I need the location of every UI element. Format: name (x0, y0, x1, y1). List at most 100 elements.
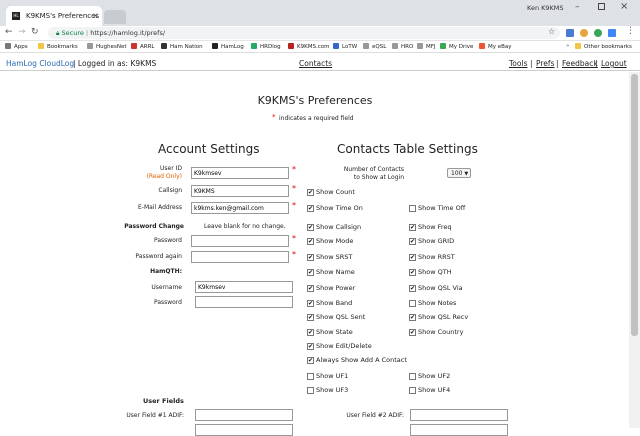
user-field-1-input[interactable] (195, 409, 293, 421)
profile-name[interactable]: Ken K9KMS (527, 4, 564, 12)
new-tab-button[interactable] (104, 10, 126, 24)
nav-separator: | (556, 59, 559, 68)
user-field-2-label: User Field #2 ADIF: (346, 412, 404, 419)
address-bar[interactable]: 🔒︎ Secure | https://hamlog.it/prefs/ (48, 27, 560, 39)
hamqth-label: HamQTH: (150, 268, 182, 275)
prefs-link[interactable]: Prefs (536, 59, 554, 68)
email-field[interactable] (191, 202, 289, 214)
checkbox[interactable]: ✔ (307, 254, 314, 261)
required-asterisk: * (292, 234, 296, 243)
user-field-2-input[interactable] (410, 409, 508, 421)
folder-icon (38, 43, 44, 49)
checkbox[interactable]: ✔ (409, 329, 416, 336)
checkbox-label: Show Name (316, 268, 355, 276)
bookmark-item[interactable]: K9KMS.com (288, 43, 329, 50)
checkbox-label: Show Country (418, 328, 464, 336)
page-icon (87, 43, 93, 49)
account-settings-heading: Account Settings (158, 142, 260, 156)
extension-icon[interactable] (608, 29, 616, 37)
required-note: indicates a required field (279, 115, 354, 122)
callsign-field[interactable] (191, 185, 289, 197)
user-id-field[interactable] (191, 167, 289, 179)
bookmark-item[interactable]: eQSL (363, 43, 386, 50)
checkbox[interactable]: ✔ (307, 205, 314, 212)
bookmark-item[interactable]: HamLog (212, 43, 244, 50)
checkbox[interactable]: ✔ (307, 314, 314, 321)
checkbox[interactable] (409, 387, 416, 394)
required-asterisk: * (292, 184, 296, 193)
hamqth-password-label: Password (153, 299, 182, 306)
bookmark-item[interactable]: HRO (392, 43, 413, 50)
bookmark-item[interactable]: HRDlog (251, 43, 281, 50)
hrdlog-icon (251, 43, 257, 49)
bookmarks-overflow[interactable]: » (566, 43, 569, 49)
hamlog-icon (212, 43, 218, 49)
back-icon[interactable]: ← (5, 27, 13, 37)
checkbox[interactable]: ✔ (409, 314, 416, 321)
user-field-3-input[interactable] (195, 424, 293, 436)
checkbox-label: Show GRID (418, 237, 455, 245)
bookmark-item[interactable]: Bookmarks (38, 43, 78, 50)
logout-link[interactable]: Logout (601, 59, 627, 68)
bookmark-item[interactable]: MFJ (417, 43, 436, 50)
checkbox[interactable]: ✔ (307, 343, 314, 350)
checkbox-label: Show UF3 (316, 386, 349, 394)
checkbox-label: Show UF1 (316, 372, 349, 380)
checkbox[interactable]: ✔ (307, 224, 314, 231)
bookmark-item[interactable]: HughesNet (87, 43, 127, 50)
page-icon (363, 43, 369, 49)
tools-link[interactable]: Tools (509, 59, 527, 68)
ham-nation-icon (161, 43, 167, 49)
checkbox[interactable]: ✔ (409, 285, 416, 292)
user-field-4-input[interactable] (410, 424, 508, 436)
forward-icon[interactable]: → (18, 27, 26, 37)
checkbox[interactable]: ✔ (409, 224, 416, 231)
star-icon[interactable]: ☆ (548, 27, 555, 36)
checkbox[interactable]: ✔ (307, 238, 314, 245)
feedback-link[interactable]: Feedback (562, 59, 598, 68)
checkbox[interactable]: ✔ (307, 285, 314, 292)
checkbox[interactable]: ✔ (409, 238, 416, 245)
reload-icon[interactable]: ↻ (31, 27, 39, 37)
bookmark-item[interactable]: ARRL (131, 43, 154, 50)
bookmark-item[interactable]: Apps (5, 43, 28, 50)
checkbox[interactable]: ✔ (307, 269, 314, 276)
extension-icon[interactable] (594, 29, 602, 37)
checkbox[interactable]: ✔ (307, 189, 314, 196)
checkbox[interactable] (409, 300, 416, 307)
password-field[interactable] (191, 235, 289, 247)
contacts-link[interactable]: Contacts (299, 59, 332, 68)
password-again-field[interactable] (191, 251, 289, 263)
checkbox[interactable]: ✔ (307, 357, 314, 364)
maximize-icon[interactable] (598, 3, 605, 10)
extension-icon[interactable] (580, 29, 588, 37)
minimize-icon[interactable]: – (575, 2, 580, 12)
brand-link[interactable]: HamLog CloudLog (6, 59, 74, 68)
checkbox-label: Show Notes (418, 299, 457, 307)
checkbox[interactable]: ✔ (307, 329, 314, 336)
browser-tab[interactable]: HL K9KMS's Preferences × (6, 6, 102, 26)
checkbox[interactable] (307, 373, 314, 380)
checkbox-label: Show Mode (316, 237, 354, 245)
checkbox[interactable]: ✔ (409, 254, 416, 261)
scrollbar-thumb[interactable] (631, 74, 638, 336)
checkbox[interactable] (409, 205, 416, 212)
extension-icon[interactable] (566, 29, 574, 37)
hamqth-password-field[interactable] (195, 296, 293, 308)
checkbox[interactable]: ✔ (307, 300, 314, 307)
bookmark-item[interactable]: My eBay (479, 43, 512, 50)
other-bookmarks[interactable]: Other bookmarks (575, 43, 632, 50)
close-tab-icon[interactable]: × (92, 11, 99, 20)
hamqth-username-field[interactable] (195, 281, 293, 293)
checkbox[interactable]: ✔ (409, 269, 416, 276)
bookmark-item[interactable]: My Drive (440, 43, 473, 50)
required-asterisk: * (292, 165, 296, 174)
checkbox[interactable] (307, 387, 314, 394)
checkbox[interactable] (409, 373, 416, 380)
window-close-icon[interactable]: × (620, 1, 628, 12)
num-contacts-select[interactable]: 100 ▼ (447, 168, 471, 178)
drive-icon (440, 43, 446, 49)
menu-icon[interactable]: ⋮ (626, 26, 635, 36)
bookmark-item[interactable]: Ham Nation (161, 43, 203, 50)
bookmark-item[interactable]: LoTW (333, 43, 357, 50)
